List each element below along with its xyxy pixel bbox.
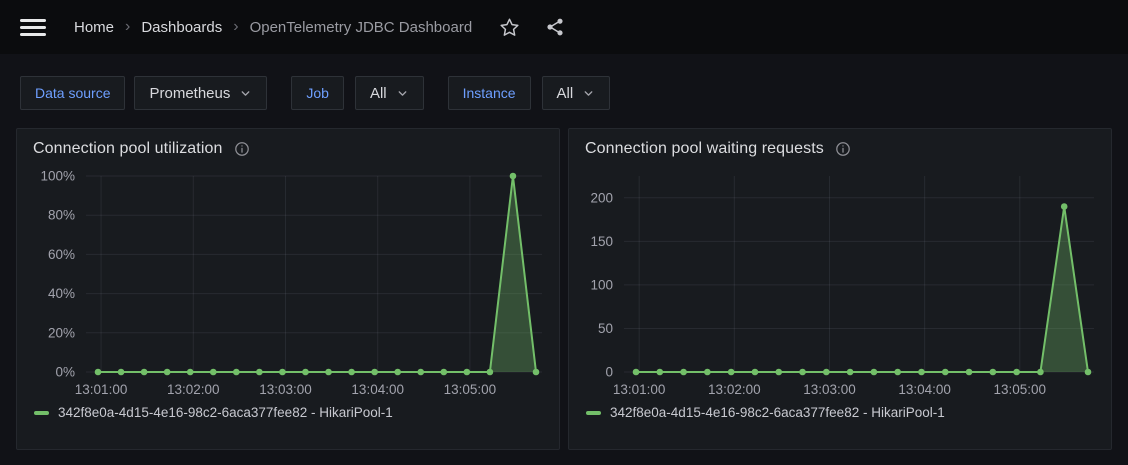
panel-title: Connection pool utilization [33,140,223,157]
breadcrumb-current-page: OpenTelemetry JDBC Dashboard [249,18,473,36]
panels-row: Connection pool utilization 13:01:00 13:0… [0,110,1128,450]
datasource-label: Data source [20,76,126,110]
info-icon[interactable] [835,141,851,157]
variable-job: Job All [291,76,424,110]
svg-text:100: 100 [590,277,613,292]
svg-text:13:02:00: 13:02:00 [167,382,220,397]
variable-datasource: Data source Prometheus [20,76,268,110]
variable-instance: Instance All [447,76,611,110]
legend-series-label: 342f8e0a-4d15-4e16-98c2-6aca377fee82 - H… [610,405,945,420]
svg-text:13:05:00: 13:05:00 [444,382,497,397]
svg-text:0%: 0% [55,365,75,380]
svg-text:50: 50 [598,321,613,336]
info-icon[interactable] [234,141,250,157]
breadcrumb-dashboards[interactable]: Dashboards [141,19,222,36]
svg-text:40%: 40% [48,286,75,301]
job-value: All [369,84,387,102]
svg-text:20%: 20% [48,325,75,340]
instance-value: All [556,84,574,102]
instance-dropdown[interactable]: All [541,76,611,110]
job-label: Job [291,76,344,110]
svg-text:0: 0 [605,365,613,380]
job-dropdown[interactable]: All [354,76,424,110]
dashboard-variables-row: Data source Prometheus Job All Instance … [0,54,1128,110]
star-icon[interactable] [498,16,520,38]
panel-connection-pool-utilization: Connection pool utilization 13:01:00 13:0… [16,128,560,450]
navbar-actions [498,16,566,38]
panel-header: Connection pool utilization [17,129,559,160]
svg-text:13:03:00: 13:03:00 [803,382,856,397]
legend-series-swatch [34,410,49,415]
legend-item[interactable]: 342f8e0a-4d15-4e16-98c2-6aca377fee82 - H… [569,402,1111,420]
chevron-down-icon [396,87,409,100]
breadcrumb: Home › Dashboards › OpenTelemetry JDBC D… [74,19,472,36]
panel-connection-pool-waiting-requests: Connection pool waiting requests 13:01:0… [568,128,1112,450]
top-navbar: Home › Dashboards › OpenTelemetry JDBC D… [0,0,1128,54]
svg-text:80%: 80% [48,208,75,223]
share-icon[interactable] [544,16,566,38]
svg-text:60%: 60% [48,247,75,262]
legend-item[interactable]: 342f8e0a-4d15-4e16-98c2-6aca377fee82 - H… [17,402,559,420]
svg-text:13:04:00: 13:04:00 [351,382,404,397]
datasource-value: Prometheus [149,84,231,102]
chevron-right-icon: › [233,18,239,35]
svg-text:13:01:00: 13:01:00 [613,382,666,397]
svg-text:200: 200 [590,190,613,205]
svg-text:100%: 100% [40,169,75,184]
chevron-down-icon [239,87,252,100]
svg-text:13:04:00: 13:04:00 [898,382,951,397]
svg-text:13:01:00: 13:01:00 [75,382,128,397]
svg-text:150: 150 [590,234,613,249]
panel-title: Connection pool waiting requests [585,140,824,157]
legend-series-label: 342f8e0a-4d15-4e16-98c2-6aca377fee82 - H… [58,405,393,420]
chevron-right-icon: › [125,18,131,35]
datasource-dropdown[interactable]: Prometheus [134,76,268,110]
panel-header: Connection pool waiting requests [569,129,1111,160]
breadcrumb-home[interactable]: Home [74,19,114,36]
instance-label: Instance [447,76,531,110]
svg-text:13:02:00: 13:02:00 [708,382,761,397]
timeseries-chart-waiting-requests[interactable]: 13:01:00 13:02:00 13:03:00 13:04:00 13:05:00… [584,166,1096,402]
timeseries-chart-utilization[interactable]: 13:01:00 13:02:00 13:03:00 13:04:00 13:05:00… [32,166,544,402]
svg-text:13:03:00: 13:03:00 [259,382,312,397]
svg-text:13:05:00: 13:05:00 [994,382,1047,397]
chevron-down-icon [582,87,595,100]
hamburger-menu-icon[interactable] [20,18,46,36]
legend-series-swatch [586,410,601,415]
